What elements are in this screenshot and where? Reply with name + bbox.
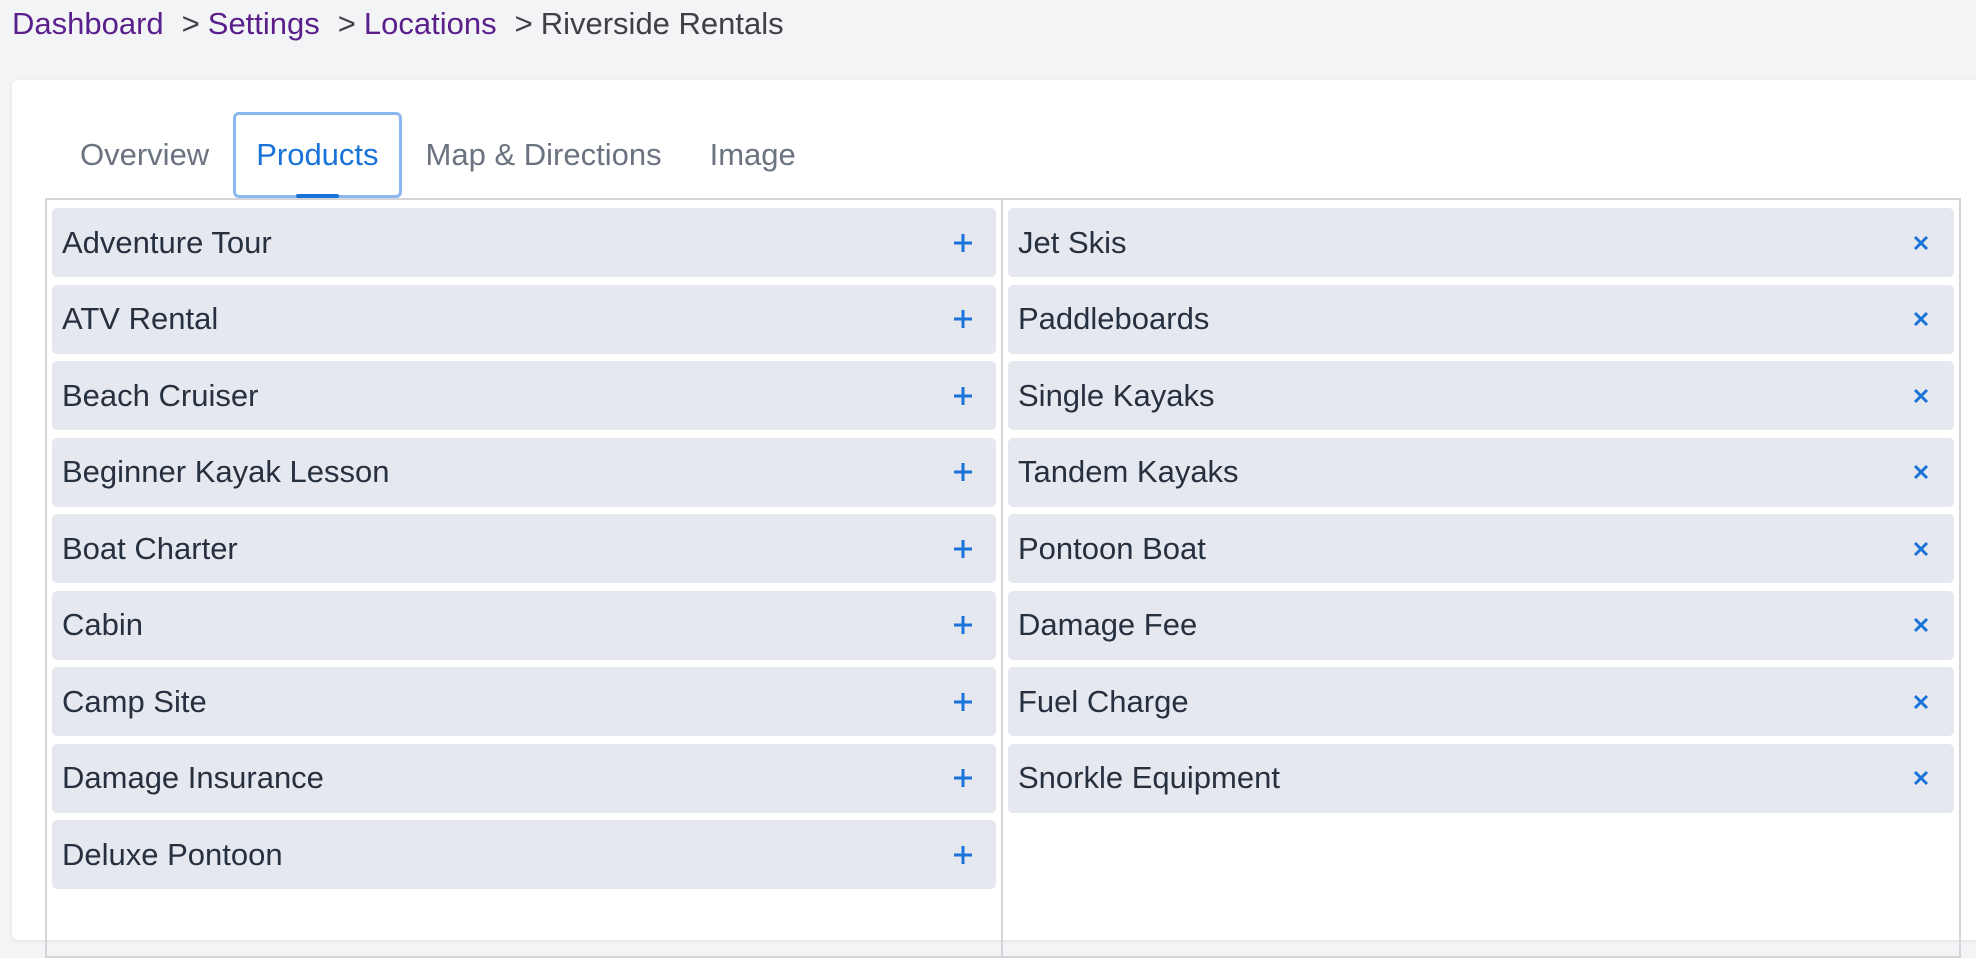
available-product-row: Cabin: [52, 590, 996, 660]
assigned-product-row: Snorkle Equipment: [1008, 743, 1954, 813]
available-product-row: Deluxe Pontoon: [52, 820, 996, 889]
close-icon[interactable]: [1906, 381, 1936, 411]
tab-label: Map & Directions: [425, 137, 662, 172]
close-icon[interactable]: [1906, 228, 1936, 258]
breadcrumb-settings[interactable]: Settings: [208, 6, 320, 42]
plus-icon[interactable]: [948, 457, 978, 487]
close-icon[interactable]: [1906, 687, 1936, 717]
available-products-list[interactable]: Adventure Tour ATV Rental Beach Cruiser …: [47, 200, 1003, 956]
product-label: Deluxe Pontoon: [62, 836, 283, 872]
assigned-product-row: Fuel Charge: [1008, 667, 1954, 736]
available-product-row: ATV Rental: [52, 284, 996, 354]
product-label: Paddleboards: [1018, 301, 1210, 336]
product-label: Damage Insurance: [62, 760, 324, 795]
tab-products[interactable]: Products: [233, 112, 402, 198]
close-icon[interactable]: [1906, 304, 1936, 334]
product-label: Boat Charter: [62, 530, 238, 566]
product-label: Cabin: [62, 607, 143, 642]
tab-label: Overview: [80, 137, 210, 172]
available-product-row: Camp Site: [52, 667, 996, 736]
product-label: Fuel Charge: [1018, 683, 1189, 719]
assigned-products-list[interactable]: Jet Skis Paddleboards Single Kayaks Tand…: [1003, 200, 1959, 956]
tab-label: Image: [709, 137, 796, 172]
breadcrumb-dashboard[interactable]: Dashboard: [12, 6, 164, 42]
available-product-row: Damage Insurance: [52, 743, 996, 813]
product-label: Tandem Kayaks: [1018, 454, 1239, 489]
products-panel: Adventure Tour ATV Rental Beach Cruiser …: [45, 198, 1961, 958]
product-label: ATV Rental: [62, 301, 219, 336]
breadcrumb-separator: >: [337, 6, 356, 41]
available-product-row: Boat Charter: [52, 514, 996, 583]
assigned-product-row: Pontoon Boat: [1008, 514, 1954, 583]
breadcrumb-separator: >: [181, 6, 200, 41]
assigned-product-row: Paddleboards: [1008, 284, 1954, 354]
available-product-row: Beginner Kayak Lesson: [52, 437, 996, 507]
plus-icon[interactable]: [948, 228, 978, 258]
plus-icon[interactable]: [948, 840, 978, 870]
product-label: Snorkle Equipment: [1018, 760, 1280, 795]
available-product-row: Adventure Tour: [52, 208, 996, 277]
assigned-product-row: Tandem Kayaks: [1008, 437, 1954, 507]
close-icon[interactable]: [1906, 534, 1936, 564]
breadcrumb: Dashboard > Settings > Locations > River…: [12, 4, 784, 44]
close-icon[interactable]: [1906, 457, 1936, 487]
breadcrumb-separator: >: [514, 6, 533, 41]
plus-icon[interactable]: [948, 534, 978, 564]
available-product-row: Beach Cruiser: [52, 361, 996, 430]
breadcrumb-current: Riverside Rentals: [540, 6, 784, 41]
product-label: Jet Skis: [1018, 224, 1127, 260]
product-label: Adventure Tour: [62, 224, 272, 260]
product-label: Single Kayaks: [1018, 377, 1215, 413]
tab-map-directions[interactable]: Map & Directions: [402, 112, 686, 198]
product-label: Damage Fee: [1018, 607, 1198, 642]
plus-icon[interactable]: [948, 381, 978, 411]
plus-icon[interactable]: [948, 687, 978, 717]
tab-bar: Overview Products Map & Directions Image: [56, 112, 820, 198]
assigned-product-row: Jet Skis: [1008, 208, 1954, 277]
plus-icon[interactable]: [948, 763, 978, 793]
location-card: Overview Products Map & Directions Image…: [12, 80, 1976, 958]
assigned-product-row: Damage Fee: [1008, 590, 1954, 660]
plus-icon[interactable]: [948, 304, 978, 334]
product-label: Beginner Kayak Lesson: [62, 454, 390, 489]
tab-overview[interactable]: Overview: [56, 112, 233, 198]
product-label: Pontoon Boat: [1018, 530, 1206, 566]
close-icon[interactable]: [1906, 610, 1936, 640]
plus-icon[interactable]: [948, 610, 978, 640]
breadcrumb-locations[interactable]: Locations: [364, 6, 497, 42]
product-label: Beach Cruiser: [62, 377, 259, 413]
tab-label: Products: [256, 137, 379, 172]
product-label: Camp Site: [62, 683, 207, 719]
close-icon[interactable]: [1906, 763, 1936, 793]
assigned-product-row: Single Kayaks: [1008, 361, 1954, 430]
tab-image[interactable]: Image: [686, 112, 820, 198]
